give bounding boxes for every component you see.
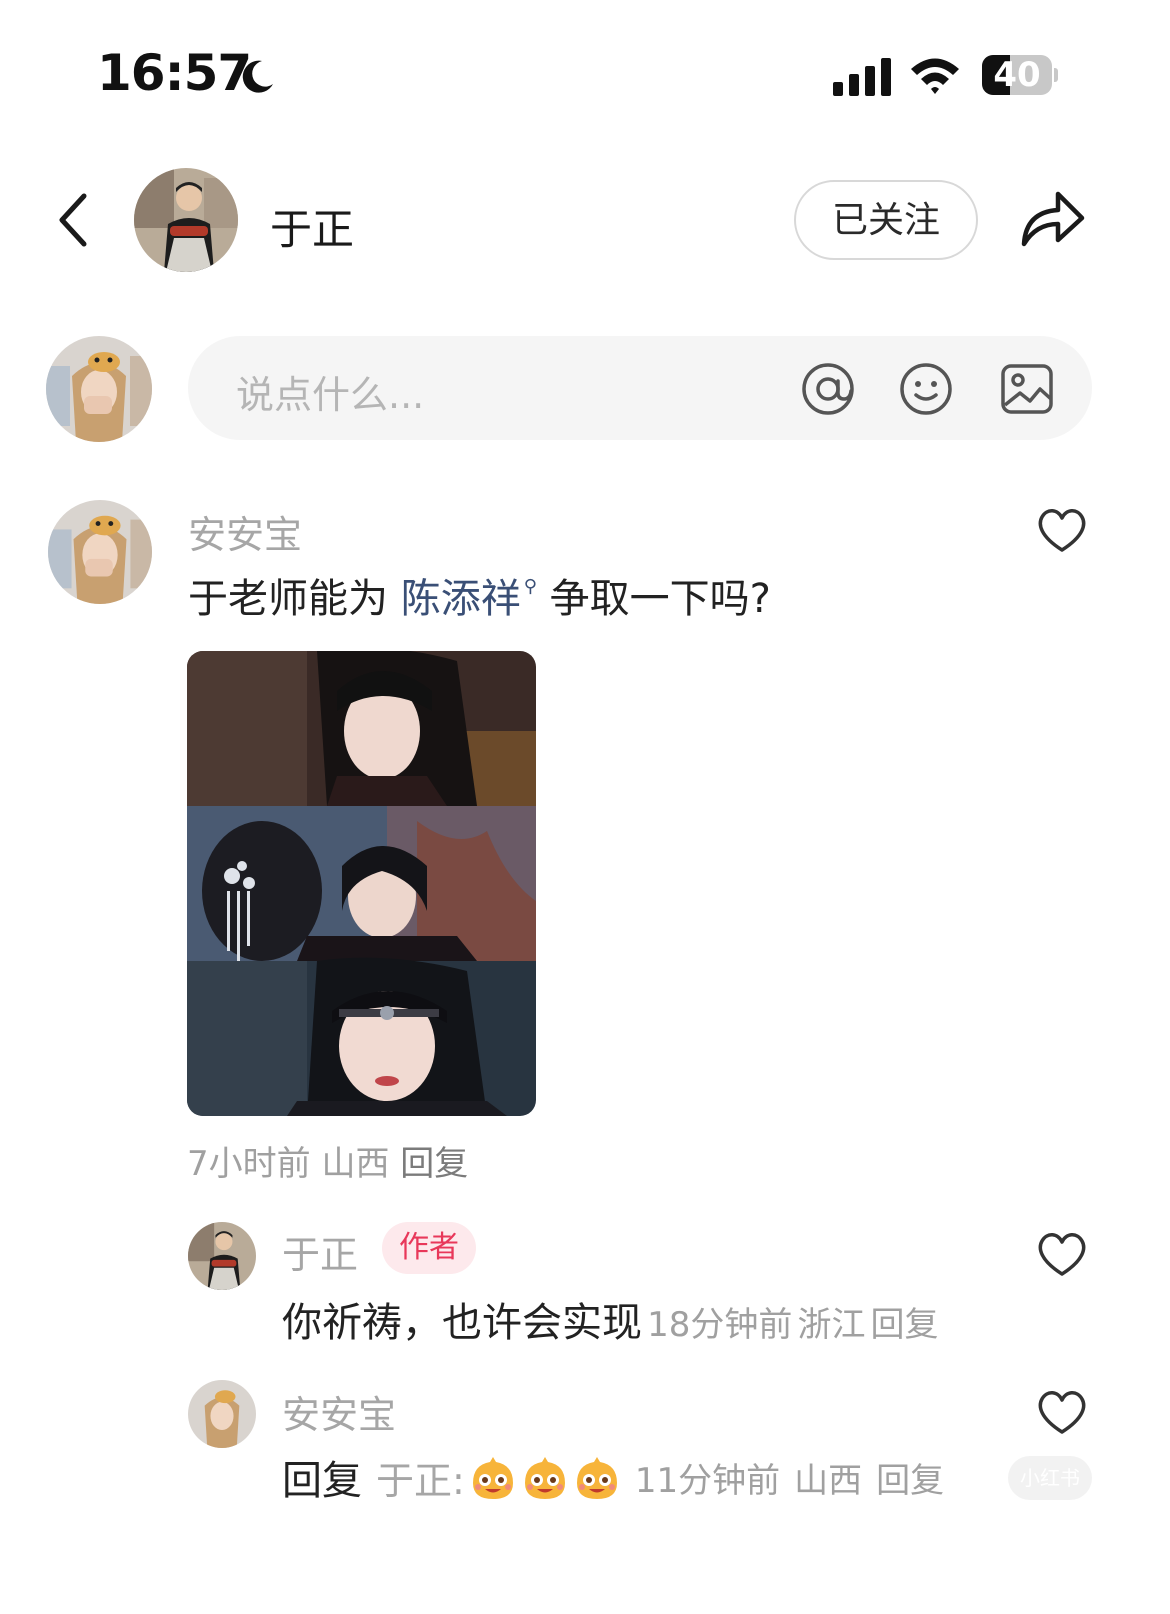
- cellular-signal-icon: [833, 58, 891, 96]
- comment-text-after: 争取一下吗?: [536, 576, 771, 622]
- my-avatar: [46, 336, 152, 442]
- reply-line: 你祈祷，也许会实现 18分钟前 浙江 回复: [282, 1290, 939, 1348]
- reply-button[interactable]: 回复: [400, 1144, 468, 1184]
- like-heart-icon[interactable]: [1036, 1388, 1088, 1436]
- status-time: 16:57: [97, 44, 252, 102]
- laughing-sticker-icon: [524, 1457, 565, 1499]
- battery-level: 40: [993, 55, 1041, 95]
- share-icon[interactable]: [1018, 188, 1086, 250]
- like-heart-icon[interactable]: [1036, 506, 1088, 554]
- wifi-icon: [911, 58, 959, 94]
- author-badge: 作者: [382, 1222, 476, 1274]
- mention-at-icon[interactable]: [800, 361, 856, 417]
- follow-button[interactable]: 已关注: [794, 180, 978, 260]
- moon-icon: [242, 60, 273, 93]
- back-arrow-icon[interactable]: [54, 190, 92, 250]
- reply-button[interactable]: 回复: [871, 1305, 939, 1345]
- battery-indicator: 40: [982, 55, 1058, 95]
- reply-prefix: 回复: [282, 1458, 362, 1504]
- comment-text: 于老师能为 陈添祥 ⚲ 争取一下吗?: [188, 566, 771, 624]
- reply-location: 浙江: [797, 1305, 866, 1345]
- comment-input-placeholder[interactable]: 说点什么...: [236, 364, 424, 419]
- author-name[interactable]: 于正: [270, 196, 354, 257]
- comment-time: 7小时前: [187, 1144, 311, 1184]
- watermark: 小红书: [1008, 1456, 1092, 1500]
- laughing-sticker-icon: [576, 1457, 617, 1499]
- reply-time: 18分钟前: [647, 1305, 793, 1345]
- reply-to-name[interactable]: 于正:: [376, 1450, 465, 1505]
- reply-author-name[interactable]: 安安宝: [282, 1384, 396, 1439]
- mention-tag[interactable]: 陈添祥 ⚲: [401, 576, 537, 622]
- comment-meta: 7小时前 山西 回复: [187, 1136, 468, 1185]
- laughing-sticker-icon: [472, 1457, 513, 1499]
- reply-button[interactable]: 回复: [876, 1453, 944, 1502]
- reply-author-avatar[interactable]: [188, 1222, 256, 1290]
- image-icon[interactable]: [1000, 363, 1054, 415]
- like-heart-icon[interactable]: [1036, 1230, 1088, 1278]
- author-avatar[interactable]: [134, 168, 238, 272]
- comment-image[interactable]: [187, 651, 536, 1116]
- reply-time: 11分钟前: [634, 1460, 781, 1501]
- comment-text-before: 于老师能为: [188, 576, 401, 622]
- reply-text: 你祈祷，也许会实现: [282, 1300, 642, 1346]
- mention-tag-label[interactable]: 陈添祥: [401, 576, 521, 622]
- comment-location: 山西: [321, 1144, 390, 1184]
- emoji-icon[interactable]: [898, 361, 954, 417]
- commenter-avatar[interactable]: [48, 500, 152, 604]
- reply-author-name[interactable]: 于正: [282, 1224, 358, 1279]
- search-icon: ⚲: [523, 576, 537, 597]
- reply-line: 回复 于正: 11分钟前 山西 回复: [282, 1448, 944, 1506]
- reply-author-avatar[interactable]: [188, 1380, 256, 1448]
- reply-location: 山西: [794, 1460, 863, 1501]
- commenter-name[interactable]: 安安宝: [188, 504, 302, 559]
